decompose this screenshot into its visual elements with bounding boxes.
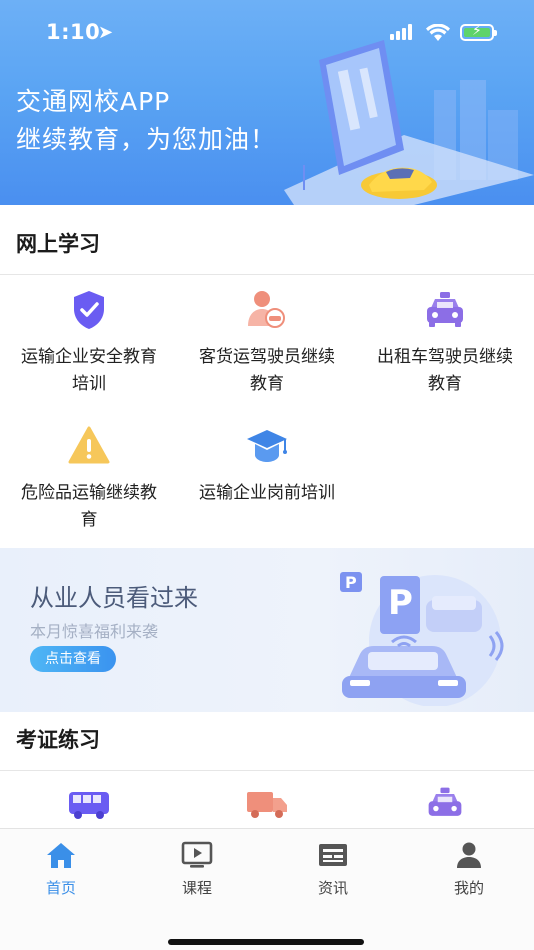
tab-label: 我的 [453,879,484,897]
truck-icon [245,784,289,828]
promo-banner[interactable]: 从业人员看过来 本月惊喜福利来袭 点击查看 P P [0,548,534,712]
taxi-icon [423,784,467,828]
hero-subtitle: 继续教育，为您加油！ [16,125,277,154]
course-item-label: 运输企业安全教育培训 [21,347,157,394]
section-title-exam-practice: 考证练习 [16,728,100,752]
promo-title: 从业人员看过来 [30,584,198,612]
user-icon [402,841,534,871]
course-item-label: 运输企业岗前培训 [199,483,335,503]
tv-icon [130,841,264,871]
battery-icon: ⚡ [460,23,497,41]
course-item-safety[interactable]: 运输企业安全教育培训 [0,288,178,398]
bus-icon [67,784,111,828]
hero-banner: 1:10 ➤ ⚡ 交通网校APP 继续教育，为您加油！ [0,0,534,205]
course-item-taxi[interactable]: 出租车驾驶员继续教育 [356,288,534,398]
course-item-hazmat[interactable]: 危险品运输继续教育 [0,424,178,534]
tab-label: 课程 [181,879,212,897]
bottom-tab-bar: 首页 课程 资讯 我的 [0,828,534,950]
promo-view-button[interactable]: 点击查看 [30,646,116,672]
course-item-label: 出租车驾驶员继续教育 [377,347,513,394]
home-icon [0,841,128,871]
tab-label: 首页 [45,879,76,897]
tab-courses[interactable]: 课程 [130,841,264,898]
divider [0,770,534,771]
course-item-label: 危险品运输继续教育 [21,483,157,530]
svg-text:P: P [345,573,357,592]
driver-icon [245,288,289,332]
hero-title: 交通网校APP [16,87,171,116]
home-indicator [168,939,364,945]
tab-profile[interactable]: 我的 [402,841,534,898]
graduation-cap-icon [245,424,289,468]
news-icon [266,841,400,871]
course-item-label: 客货运驾驶员继续教育 [199,347,335,394]
exam-item-truck[interactable] [178,784,356,828]
tab-news[interactable]: 资讯 [266,841,400,898]
warning-icon [67,424,111,468]
course-item-driver[interactable]: 客货运驾驶员继续教育 [178,288,356,398]
exam-item-bus[interactable] [0,784,178,828]
parking-illustration: P P [340,572,504,706]
location-arrow-icon: ➤ [98,22,114,43]
divider [0,274,534,275]
tab-label: 资讯 [317,879,348,897]
hero-illustration [284,40,534,205]
shield-check-icon [67,288,111,332]
svg-text:P: P [388,583,413,623]
exam-item-taxi[interactable] [356,784,534,828]
section-title-online-study: 网上学习 [16,232,100,256]
cellular-signal-icon [390,24,416,40]
taxi-icon [423,288,467,332]
tab-home[interactable]: 首页 [0,841,128,898]
status-time: 1:10 [46,20,101,44]
course-item-pre-job[interactable]: 运输企业岗前培训 [178,424,356,507]
promo-subtitle: 本月惊喜福利来袭 [30,622,159,641]
